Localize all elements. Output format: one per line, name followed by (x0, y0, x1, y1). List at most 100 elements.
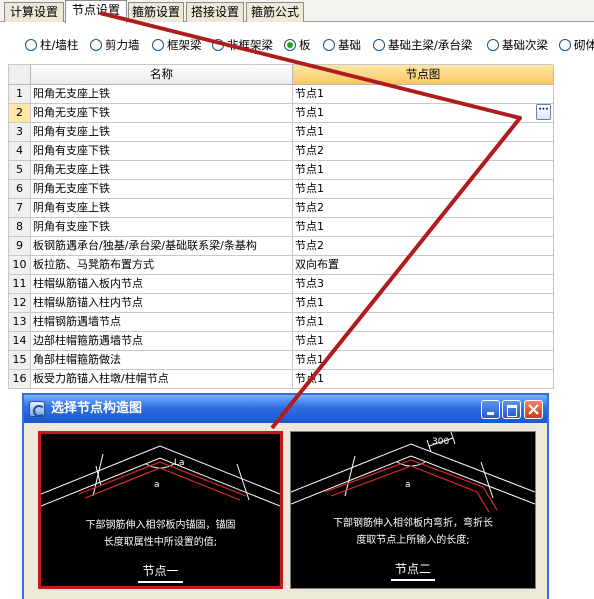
row-node[interactable]: 节点1 (293, 123, 554, 142)
row-name: 板钢筋遇承台/独基/承台梁/基础联系梁/条基构 (31, 237, 293, 256)
radio-dot-icon (90, 39, 102, 51)
header-corner (9, 65, 31, 85)
row-node[interactable]: 节点1 (293, 370, 554, 389)
close-icon[interactable] (524, 400, 543, 419)
column-header-node[interactable]: 节点图 (293, 65, 554, 85)
node-2-description: 下部钢筋伸入相邻板内弯折，弯折长 度取节点上所输入的长度; (333, 518, 493, 546)
tab-calc-settings[interactable]: 计算设置 (4, 2, 64, 22)
row-name: 柱帽纵筋锚入板内节点 (31, 275, 293, 294)
row-number: 9 (9, 237, 31, 256)
radio-dot-icon (559, 39, 571, 51)
radio-masonry[interactable]: 砌体 (559, 37, 594, 53)
radio-slab[interactable]: 板 (284, 37, 311, 53)
row-node[interactable]: 节点1 (293, 313, 554, 332)
node-1-la-label: La (174, 458, 185, 468)
dialog-titlebar[interactable]: 选择节点构造图 (24, 395, 547, 423)
row-node[interactable]: 节点3 (293, 275, 554, 294)
table-row[interactable]: 4 阳角有支座下铁 节点2 (9, 142, 554, 161)
row-number: 4 (9, 142, 31, 161)
tab-stirrup-settings[interactable]: 箍筋设置 (128, 2, 184, 22)
row-number: 13 (9, 313, 31, 332)
row-number: 11 (9, 275, 31, 294)
radio-label: 基础 (338, 38, 361, 52)
row-number: 3 (9, 123, 31, 142)
row-node[interactable]: 节点1 (293, 180, 554, 199)
row-node[interactable]: 节点1 (293, 85, 554, 104)
row-number: 14 (9, 332, 31, 351)
row-number: 16 (9, 370, 31, 389)
maximize-icon[interactable] (502, 400, 521, 419)
row-node[interactable]: 节点2 (293, 237, 554, 256)
row-node[interactable]: 节点2 (293, 199, 554, 218)
minimize-icon[interactable] (481, 400, 500, 419)
node-1-description: 下部钢筋伸入相邻板内锚固，锚固 长度取属性中所设置的值; (85, 520, 236, 548)
row-node[interactable]: 节点1 (293, 332, 554, 351)
radio-frame-beam[interactable]: 框架梁 (152, 37, 202, 53)
node-1-label: 节点一 (41, 562, 280, 583)
table-row[interactable]: 12 柱帽纵筋锚入柱内节点 节点1 (9, 294, 554, 313)
table-row[interactable]: 14 边部柱帽箍筋遇墙节点 节点1 (9, 332, 554, 351)
radio-column[interactable]: 柱/墙柱 (25, 37, 78, 53)
radio-label: 框架梁 (167, 38, 202, 52)
tab-lap-settings[interactable]: 搭接设置 (186, 2, 244, 22)
column-header-name[interactable]: 名称 (31, 65, 293, 85)
table-row[interactable]: 6 阴角无支座下铁 节点1 (9, 180, 554, 199)
radio-non-frame-beam[interactable]: 非框架梁 (212, 37, 273, 53)
table-row[interactable]: 15 角部柱帽箍筋做法 节点1 (9, 351, 554, 370)
tab-node-settings[interactable]: 节点设置 (65, 0, 127, 23)
table-row[interactable]: 9 板钢筋遇承台/独基/承台梁/基础联系梁/条基构 节点2 (9, 237, 554, 256)
radio-foundation-secondary-beam[interactable]: 基础次梁 (487, 37, 548, 53)
node-1-a-label: a (154, 480, 160, 490)
row-name: 阳角无支座上铁 (31, 85, 293, 104)
row-name: 边部柱帽箍筋遇墙节点 (31, 332, 293, 351)
row-number: 10 (9, 256, 31, 275)
radio-dot-icon (152, 39, 164, 51)
row-name: 板拉筋、马凳筋布置方式 (31, 256, 293, 275)
row-node[interactable]: 节点1 (293, 218, 554, 237)
table-row[interactable]: 8 阴角有支座下铁 节点1 (9, 218, 554, 237)
radio-label: 剪力墙 (105, 38, 140, 52)
table-row[interactable]: 10 板拉筋、马凳筋布置方式 双向布置 (9, 256, 554, 275)
node-settings-grid: 名称 节点图 1 阳角无支座上铁 节点1 2 阳角无支座下铁 节点1 3 阳角有支座上铁 节点1… (8, 64, 554, 389)
app-icon (29, 401, 45, 417)
table-row[interactable]: 3 阳角有支座上铁 节点1 (9, 123, 554, 142)
radio-foundation[interactable]: 基础 (323, 37, 361, 53)
row-number: 6 (9, 180, 31, 199)
table-row[interactable]: 1 阳角无支座上铁 节点1 (9, 85, 554, 104)
choose-node-ellipsis-button[interactable]: ··· (536, 104, 551, 120)
row-name: 角部柱帽箍筋做法 (31, 351, 293, 370)
node-option-2[interactable]: a 300 下部钢筋伸入相邻板内弯折，弯折长 度取节点上所输入的长度; 节点二 (290, 431, 536, 589)
row-name: 柱帽钢筋遇墙节点 (31, 313, 293, 332)
row-number: 12 (9, 294, 31, 313)
row-node[interactable]: 节点1 (293, 351, 554, 370)
row-number: 5 (9, 161, 31, 180)
row-name: 阴角无支座上铁 (31, 161, 293, 180)
table-row[interactable]: 5 阴角无支座上铁 节点1 (9, 161, 554, 180)
row-name: 阳角无支座下铁 (31, 104, 293, 123)
radio-dot-icon (212, 39, 224, 51)
radio-label: 基础主梁/承台梁 (388, 38, 473, 52)
radio-shear-wall[interactable]: 剪力墙 (90, 37, 140, 53)
row-number: 1 (9, 85, 31, 104)
node-option-1[interactable]: a La 下部钢筋伸入相邻板内锚固，锚固 长度取属性中所设置的值; 节点一 (38, 431, 283, 589)
table-row[interactable]: 11 柱帽纵筋锚入板内节点 节点3 (9, 275, 554, 294)
table-row[interactable]: 2 阳角无支座下铁 节点1 (9, 104, 554, 123)
row-node[interactable]: 节点1 (293, 294, 554, 313)
table-row[interactable]: 16 板受力筋锚入柱墩/柱帽节点 节点1 (9, 370, 554, 389)
radio-foundation-main-beam[interactable]: 基础主梁/承台梁 (373, 37, 472, 53)
row-node[interactable]: 节点1 (293, 161, 554, 180)
radio-label: 基础次梁 (502, 38, 548, 52)
radio-dot-icon (25, 39, 37, 51)
table-row[interactable]: 13 柱帽钢筋遇墙节点 节点1 (9, 313, 554, 332)
row-node[interactable]: 节点1 (293, 104, 554, 123)
row-node[interactable]: 节点2 (293, 142, 554, 161)
radio-dot-icon (373, 39, 385, 51)
table-row[interactable]: 7 阴角有支座上铁 节点2 (9, 199, 554, 218)
tab-stirrup-formula[interactable]: 箍筋公式 (246, 2, 304, 22)
row-name: 阳角有支座上铁 (31, 123, 293, 142)
node-2-a-label: a (405, 480, 411, 490)
row-node[interactable]: 双向布置 (293, 256, 554, 275)
component-type-radio-group: 柱/墙柱 剪力墙 框架梁 非框架梁 板 基础 基础主梁/承台梁 基础次梁 砌体 (0, 22, 594, 64)
row-name: 板受力筋锚入柱墩/柱帽节点 (31, 370, 293, 389)
row-number: 2 (9, 104, 31, 123)
